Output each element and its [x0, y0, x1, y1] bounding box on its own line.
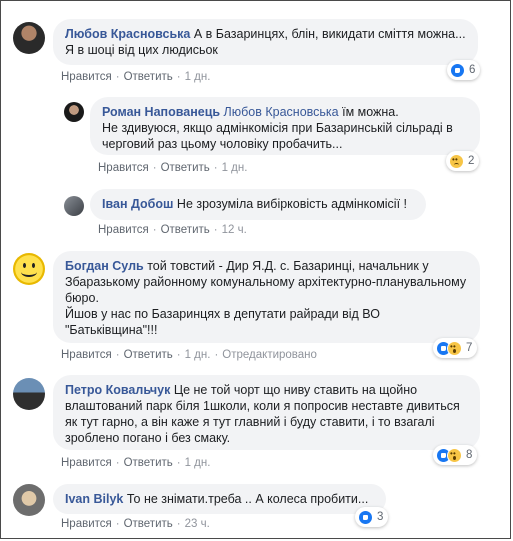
avatar[interactable] [13, 22, 45, 54]
like-icon [450, 62, 465, 78]
comment-author[interactable]: Петро Ковальчук [65, 383, 170, 397]
reaction-summary[interactable]: 3 [355, 507, 389, 527]
comment-actions: Нравится · Ответить · 1 дн. [61, 457, 211, 469]
reaction-summary[interactable]: 7 [433, 338, 478, 358]
comment-actions: Нравится · Ответить · 23 ч. [61, 518, 210, 530]
timestamp[interactable]: 23 ч. [185, 518, 210, 530]
comment-text: Не зрозуміла вибірковість адмінкомісії ! [176, 197, 408, 211]
reply-button[interactable]: Ответить [161, 162, 210, 174]
avatar[interactable] [13, 484, 45, 516]
reaction-count: 6 [469, 64, 476, 76]
comment-actions: Нравится · Ответить · 1 дн. [98, 162, 248, 174]
reaction-count: 2 [468, 155, 475, 167]
timestamp[interactable]: 12 ч. [222, 224, 247, 236]
comment-actions: Нравится · Ответить · 1 дн. · Отредактировано [61, 349, 317, 361]
timestamp[interactable]: 1 дн. [185, 457, 211, 469]
like-button[interactable]: Нравится [61, 71, 112, 83]
comment-bubble: Ivan Bilyk То не знімати.треба .. А коле… [53, 484, 386, 514]
avatar[interactable] [64, 196, 84, 216]
edited-label[interactable]: Отредактировано [222, 349, 317, 361]
comment-author[interactable]: Любов Красновська [65, 27, 190, 41]
comment-actions: Нравится · Ответить · 1 дн. [61, 71, 211, 83]
wow-reaction-icon [447, 340, 462, 356]
comment-text: То не знімати.треба .. А колеса пробити.… [126, 492, 369, 506]
avatar[interactable] [13, 378, 45, 410]
like-button[interactable]: Нравится [98, 224, 149, 236]
comment-author[interactable]: Ivan Bilyk [65, 492, 123, 506]
comment-author[interactable]: Богдан Суль [65, 259, 144, 273]
avatar[interactable] [64, 102, 84, 122]
reply-button[interactable]: Ответить [124, 518, 173, 530]
reaction-count: 3 [377, 511, 384, 523]
like-button[interactable]: Нравится [61, 349, 112, 361]
comment-bubble: Богдан Суль той товстий - Дир Я.Д. с. Ба… [53, 251, 480, 343]
comment-bubble: Роман Напованець Любов Красновська їм мо… [90, 97, 480, 155]
timestamp[interactable]: 1 дн. [222, 162, 248, 174]
mention-link[interactable]: Любов Красновська [224, 105, 339, 119]
reply-button[interactable]: Ответить [124, 71, 173, 83]
reaction-summary[interactable]: 8 [433, 445, 478, 465]
sad-reaction-icon [449, 153, 464, 169]
timestamp[interactable]: 1 дн. [185, 71, 211, 83]
comment-actions: Нравится · Ответить · 12 ч. [98, 224, 247, 236]
like-button[interactable]: Нравится [98, 162, 149, 174]
comment-author[interactable]: Іван Добош [102, 197, 173, 211]
comment-bubble: Петро Ковальчук Це не той чорт що ниву с… [53, 375, 480, 450]
reply-button[interactable]: Ответить [124, 349, 173, 361]
wow-reaction-icon [447, 447, 462, 463]
like-icon [358, 509, 373, 525]
reaction-summary[interactable]: 2 [446, 151, 480, 171]
reply-button[interactable]: Ответить [124, 457, 173, 469]
reaction-count: 7 [466, 342, 473, 354]
avatar[interactable] [13, 253, 45, 285]
like-button[interactable]: Нравится [61, 457, 112, 469]
reaction-count: 8 [466, 449, 473, 461]
reaction-summary[interactable]: 6 [447, 60, 481, 80]
comment-bubble: Іван Добош Не зрозуміла вибірковість адм… [90, 189, 426, 220]
reply-button[interactable]: Ответить [161, 224, 210, 236]
comment-bubble: Любов Красновська А в Базаринцях, блін, … [53, 19, 478, 65]
like-button[interactable]: Нравится [61, 518, 112, 530]
timestamp[interactable]: 1 дн. [185, 349, 211, 361]
comment-author[interactable]: Роман Напованець [102, 105, 220, 119]
